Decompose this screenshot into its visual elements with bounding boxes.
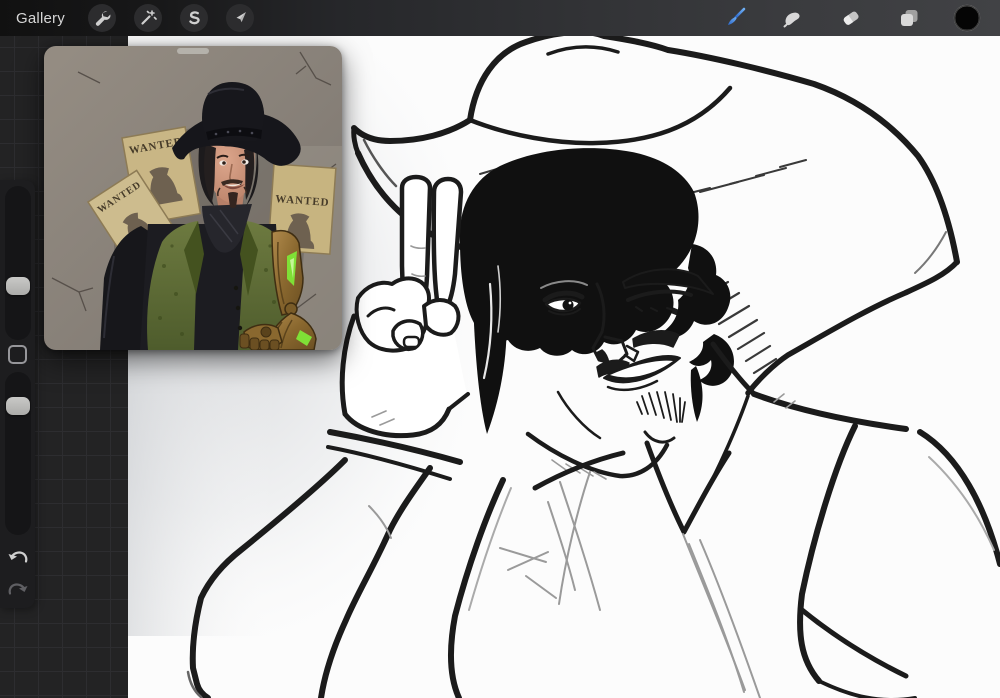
selection-button[interactable] — [179, 4, 208, 32]
layers-icon — [901, 10, 918, 26]
redo-arrow-icon — [8, 583, 27, 595]
actions-button[interactable] — [87, 4, 116, 32]
gallery-button[interactable]: Gallery — [16, 10, 65, 27]
eraser-icon — [843, 11, 859, 25]
top-toolbar: Gallery — [0, 0, 1000, 36]
smudge-tool-button[interactable] — [778, 3, 808, 33]
modify-button[interactable] — [8, 345, 27, 364]
wrench-icon — [95, 11, 111, 26]
brush-size-slider[interactable] — [5, 186, 31, 340]
selection-s-icon — [189, 11, 200, 25]
transform-button[interactable] — [225, 4, 254, 32]
magic-wand-icon — [141, 10, 157, 25]
paint-tool-button[interactable] — [720, 3, 750, 33]
smudge-finger-icon — [783, 12, 800, 28]
reference-companion-panel[interactable]: WANTED WANTED WANTED — [44, 46, 342, 350]
erase-tool-button[interactable] — [836, 3, 866, 33]
color-swatch-circle — [953, 4, 981, 32]
layers-button[interactable] — [894, 3, 924, 33]
adjustments-button[interactable] — [133, 4, 162, 32]
undo-button[interactable] — [6, 548, 29, 568]
redo-button[interactable] — [6, 580, 29, 600]
panel-drag-handle[interactable] — [177, 48, 209, 54]
transform-arrow-icon — [236, 12, 246, 23]
brush-opacity-handle[interactable] — [6, 397, 30, 415]
undo-arrow-icon — [8, 551, 27, 563]
reference-artwork: WANTED WANTED WANTED — [44, 46, 342, 350]
procreate-app: WANTED WANTED WANTED Gallery — [0, 0, 1000, 698]
color-button[interactable] — [952, 3, 982, 33]
brush-sidebar — [0, 180, 35, 608]
brush-size-handle[interactable] — [6, 277, 30, 295]
paintbrush-icon — [728, 7, 746, 25]
